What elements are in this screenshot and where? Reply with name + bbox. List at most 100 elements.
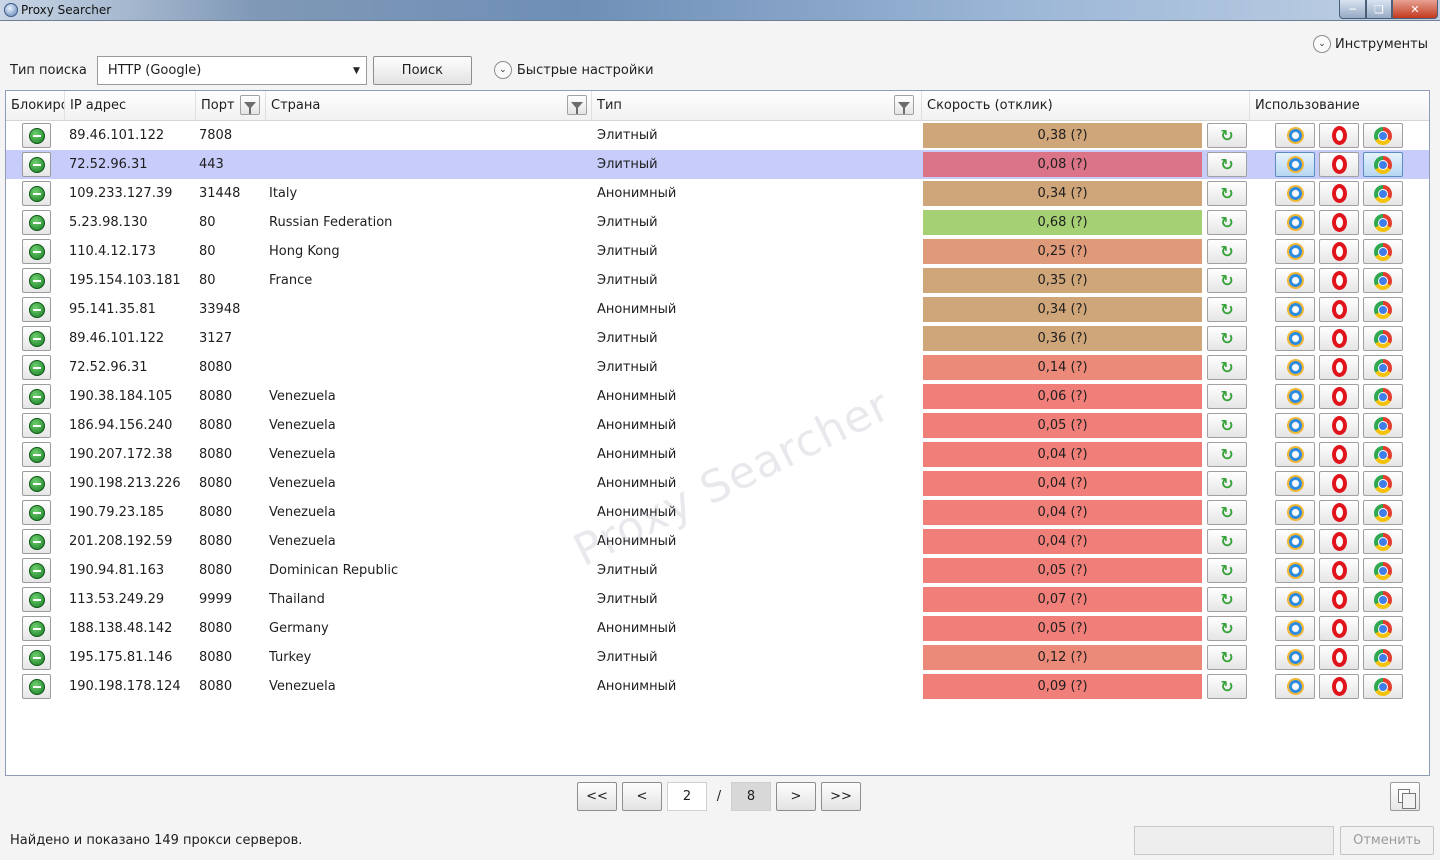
- block-button[interactable]: [22, 645, 51, 670]
- block-button[interactable]: [22, 587, 51, 612]
- table-row[interactable]: 190.207.172.38 8080 Venezuela Анонимный 0,04…: [6, 440, 1429, 469]
- recheck-button[interactable]: ↻: [1207, 645, 1247, 670]
- recheck-button[interactable]: ↻: [1207, 587, 1247, 612]
- open-in-ie-button[interactable]: [1275, 587, 1315, 612]
- open-in-chrome-button[interactable]: [1363, 674, 1403, 699]
- copy-button[interactable]: [1390, 782, 1420, 811]
- block-button[interactable]: [22, 616, 51, 641]
- open-in-ie-button[interactable]: [1275, 500, 1315, 525]
- block-button[interactable]: [22, 384, 51, 409]
- open-in-chrome-button[interactable]: [1363, 384, 1403, 409]
- open-in-chrome-button[interactable]: [1363, 123, 1403, 148]
- open-in-chrome-button[interactable]: [1363, 616, 1403, 641]
- open-in-opera-button[interactable]: [1319, 471, 1359, 496]
- open-in-opera-button[interactable]: [1319, 152, 1359, 177]
- column-header-usage[interactable]: Использование: [1250, 91, 1429, 120]
- block-button[interactable]: [22, 239, 51, 264]
- open-in-opera-button[interactable]: [1319, 529, 1359, 554]
- block-button[interactable]: [22, 471, 51, 496]
- block-button[interactable]: [22, 413, 51, 438]
- block-button[interactable]: [22, 326, 51, 351]
- open-in-ie-button[interactable]: [1275, 152, 1315, 177]
- open-in-chrome-button[interactable]: [1363, 326, 1403, 351]
- tools-toggle[interactable]: ⌄ Инструменты: [1312, 35, 1428, 53]
- type-filter-button[interactable]: [894, 95, 914, 115]
- open-in-opera-button[interactable]: [1319, 587, 1359, 612]
- open-in-chrome-button[interactable]: [1363, 587, 1403, 612]
- block-button[interactable]: [22, 529, 51, 554]
- open-in-chrome-button[interactable]: [1363, 645, 1403, 670]
- open-in-opera-button[interactable]: [1319, 268, 1359, 293]
- open-in-ie-button[interactable]: [1275, 471, 1315, 496]
- open-in-opera-button[interactable]: [1319, 500, 1359, 525]
- recheck-button[interactable]: ↻: [1207, 384, 1247, 409]
- open-in-ie-button[interactable]: [1275, 181, 1315, 206]
- table-row[interactable]: 201.208.192.59 8080 Venezuela Анонимный 0,04…: [6, 527, 1429, 556]
- close-button[interactable]: ✕: [1392, 0, 1438, 19]
- block-button[interactable]: [22, 500, 51, 525]
- port-filter-button[interactable]: [240, 95, 260, 115]
- open-in-ie-button[interactable]: [1275, 210, 1315, 235]
- block-button[interactable]: [22, 210, 51, 235]
- open-in-ie-button[interactable]: [1275, 442, 1315, 467]
- open-in-chrome-button[interactable]: [1363, 500, 1403, 525]
- column-header-country[interactable]: Страна: [266, 91, 592, 120]
- country-filter-button[interactable]: [567, 95, 587, 115]
- open-in-ie-button[interactable]: [1275, 529, 1315, 554]
- table-row[interactable]: 195.175.81.146 8080 Turkey Элитный 0,12 (?) ↻: [6, 643, 1429, 672]
- block-button[interactable]: [22, 152, 51, 177]
- column-header-type[interactable]: Тип: [592, 91, 922, 120]
- open-in-opera-button[interactable]: [1319, 123, 1359, 148]
- open-in-ie-button[interactable]: [1275, 384, 1315, 409]
- current-page-input[interactable]: 2: [667, 782, 707, 811]
- recheck-button[interactable]: ↻: [1207, 210, 1247, 235]
- table-row[interactable]: 95.141.35.81 33948 Анонимный 0,34 (?) ↻: [6, 295, 1429, 324]
- cancel-button[interactable]: Отменить: [1340, 826, 1434, 855]
- open-in-ie-button[interactable]: [1275, 355, 1315, 380]
- recheck-button[interactable]: ↻: [1207, 152, 1247, 177]
- block-button[interactable]: [22, 674, 51, 699]
- open-in-chrome-button[interactable]: [1363, 355, 1403, 380]
- search-button[interactable]: Поиск: [372, 55, 472, 85]
- column-header-ip[interactable]: IP адрес: [65, 91, 196, 120]
- recheck-button[interactable]: ↻: [1207, 297, 1247, 322]
- open-in-chrome-button[interactable]: [1363, 297, 1403, 322]
- table-row[interactable]: 109.233.127.39 31448 Italy Анонимный 0,34 (?…: [6, 179, 1429, 208]
- open-in-opera-button[interactable]: [1319, 239, 1359, 264]
- table-row[interactable]: 113.53.249.29 9999 Thailand Элитный 0,07 (?)…: [6, 585, 1429, 614]
- block-button[interactable]: [22, 297, 51, 322]
- maximize-button[interactable]: ❏: [1366, 0, 1392, 19]
- recheck-button[interactable]: ↻: [1207, 471, 1247, 496]
- table-row[interactable]: 190.38.184.105 8080 Venezuela Анонимный 0,06…: [6, 382, 1429, 411]
- table-row[interactable]: 110.4.12.173 80 Hong Kong Элитный 0,25 (?) ↻: [6, 237, 1429, 266]
- block-button[interactable]: [22, 355, 51, 380]
- table-row[interactable]: 190.198.213.226 8080 Venezuela Анонимный 0,0…: [6, 469, 1429, 498]
- recheck-button[interactable]: ↻: [1207, 326, 1247, 351]
- open-in-opera-button[interactable]: [1319, 297, 1359, 322]
- open-in-opera-button[interactable]: [1319, 558, 1359, 583]
- open-in-chrome-button[interactable]: [1363, 152, 1403, 177]
- open-in-opera-button[interactable]: [1319, 442, 1359, 467]
- open-in-ie-button[interactable]: [1275, 558, 1315, 583]
- open-in-opera-button[interactable]: [1319, 413, 1359, 438]
- recheck-button[interactable]: ↻: [1207, 442, 1247, 467]
- open-in-ie-button[interactable]: [1275, 123, 1315, 148]
- recheck-button[interactable]: ↻: [1207, 529, 1247, 554]
- column-header-block[interactable]: Блокиро: [6, 91, 65, 120]
- table-row[interactable]: 186.94.156.240 8080 Venezuela Анонимный 0,05…: [6, 411, 1429, 440]
- recheck-button[interactable]: ↻: [1207, 674, 1247, 699]
- open-in-opera-button[interactable]: [1319, 384, 1359, 409]
- table-row[interactable]: 89.46.101.122 3127 Элитный 0,36 (?) ↻: [6, 324, 1429, 353]
- table-row[interactable]: 89.46.101.122 7808 Элитный 0,38 (?) ↻: [6, 121, 1429, 150]
- open-in-chrome-button[interactable]: [1363, 239, 1403, 264]
- block-button[interactable]: [22, 442, 51, 467]
- next-page-button[interactable]: >: [776, 782, 816, 811]
- block-button[interactable]: [22, 558, 51, 583]
- open-in-opera-button[interactable]: [1319, 616, 1359, 641]
- open-in-opera-button[interactable]: [1319, 645, 1359, 670]
- recheck-button[interactable]: ↻: [1207, 181, 1247, 206]
- open-in-ie-button[interactable]: [1275, 616, 1315, 641]
- open-in-opera-button[interactable]: [1319, 355, 1359, 380]
- table-row[interactable]: 72.52.96.31 8080 Элитный 0,14 (?) ↻: [6, 353, 1429, 382]
- open-in-opera-button[interactable]: [1319, 326, 1359, 351]
